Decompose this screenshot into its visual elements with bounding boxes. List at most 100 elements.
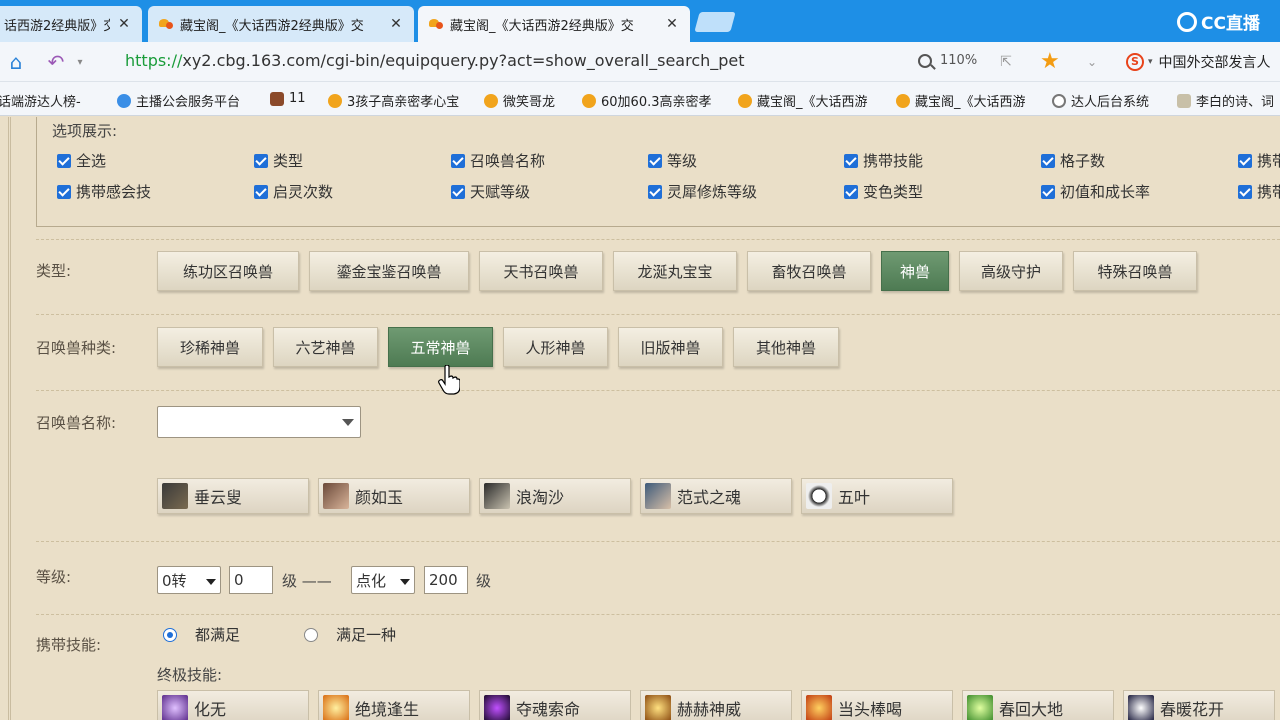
- bookmark-item[interactable]: 3孩子高亲密孝心宝: [328, 91, 459, 110]
- pet-name-select[interactable]: [157, 406, 361, 438]
- type-button-tianshu[interactable]: 天书召唤兽: [479, 251, 603, 291]
- checkbox-checked-icon: [254, 184, 268, 199]
- bookmark-label: 60加60.3高亲密孝: [601, 95, 712, 110]
- checkbox-label: 启灵次数: [273, 183, 334, 201]
- ultimate-skills-label: 终极技能:: [157, 666, 223, 684]
- chevron-down-icon[interactable]: ▾: [1148, 57, 1153, 67]
- pet-option-langtaosha[interactable]: 浪淘沙: [479, 478, 631, 514]
- pet-option-chuiyunsou[interactable]: 垂云叟: [157, 478, 309, 514]
- pet-option-yanruyu[interactable]: 颜如玉: [318, 478, 470, 514]
- browser-tab-2[interactable]: 藏宝阁_《大话西游2经典版》交 ✕: [148, 6, 414, 42]
- page-border: [8, 117, 11, 720]
- bookmark-item[interactable]: 11: [270, 91, 306, 106]
- option-checkbox-cultivation-level[interactable]: 灵犀修炼等级: [648, 181, 757, 202]
- bookmark-item[interactable]: 60加60.3高亲密孝: [582, 91, 722, 110]
- display-options-title: 选项展示:: [52, 122, 118, 140]
- option-checkbox-pet-name[interactable]: 召唤兽名称: [451, 150, 545, 171]
- pet-option-fanshizhihun[interactable]: 范式之魂: [640, 478, 792, 514]
- radio-label: 都满足: [195, 626, 241, 644]
- zoom-indicator[interactable]: 110%: [918, 53, 977, 68]
- pet-option-wuye[interactable]: 五叶: [801, 478, 953, 514]
- skill-option-duohunsuoming[interactable]: 夺魂索命: [479, 690, 631, 720]
- new-tab-button[interactable]: [694, 12, 736, 32]
- bookmark-item[interactable]: 话端游达人榜-: [0, 91, 81, 110]
- option-checkbox-color-type[interactable]: 变色类型: [844, 181, 923, 202]
- dropdown-arrow-icon: [342, 419, 354, 426]
- option-checkbox-carry-2[interactable]: 携带: [1238, 181, 1280, 202]
- level-to-rank-value: 点化: [356, 571, 387, 590]
- undo-icon[interactable]: ↶: [44, 50, 68, 74]
- bookmark-label: 藏宝阁_《大话西游: [757, 95, 868, 110]
- option-checkbox-type[interactable]: 类型: [254, 150, 303, 171]
- bookmark-item[interactable]: 李白的诗、词: [1177, 91, 1274, 110]
- chevron-down-icon[interactable]: ▾: [68, 50, 92, 74]
- browser-tab-1[interactable]: 话西游2经典版》交 ✕: [0, 6, 142, 42]
- browser-tab-3-active[interactable]: 藏宝阁_《大话西游2经典版》交 ✕: [418, 6, 690, 42]
- type-button-training[interactable]: 练功区召唤兽: [157, 251, 299, 291]
- option-checkbox-growth-rate[interactable]: 初值和成长率: [1041, 181, 1150, 202]
- close-icon[interactable]: ✕: [664, 16, 680, 32]
- close-icon[interactable]: ✕: [388, 16, 404, 32]
- option-checkbox-skills[interactable]: 携带技能: [844, 150, 923, 171]
- type-button-gilded[interactable]: 鎏金宝鉴召唤兽: [309, 251, 469, 291]
- skill-label: 化无: [194, 700, 227, 719]
- type-button-divine-beast[interactable]: 神兽: [881, 251, 949, 291]
- radio-selected-icon: [163, 627, 177, 642]
- kind-button-legacy[interactable]: 旧版神兽: [618, 327, 723, 367]
- option-checkbox-carry[interactable]: 携带: [1238, 150, 1280, 171]
- checkbox-label: 变色类型: [863, 183, 924, 201]
- checkbox-label: 格子数: [1060, 152, 1106, 170]
- url-field[interactable]: https://xy2.cbg.163.com/cgi-bin/equipque…: [125, 51, 745, 70]
- radio-unselected-icon: [304, 627, 318, 642]
- browser-search-box[interactable]: S ▾ 中国外交部发言人: [1126, 52, 1271, 72]
- skill-option-juejingfengsheng[interactable]: 绝境逢生: [318, 690, 470, 720]
- option-checkbox-talent-level[interactable]: 天赋等级: [451, 181, 530, 202]
- bookmark-item[interactable]: 达人后台系统: [1052, 91, 1149, 110]
- level-to-rank-select[interactable]: 点化: [351, 566, 415, 594]
- skill-option-dangtoubanghe[interactable]: 当头棒喝: [801, 690, 953, 720]
- home-icon[interactable]: ⌂: [4, 50, 28, 74]
- level-to-input[interactable]: 200: [424, 566, 468, 594]
- skill-option-huawu[interactable]: 化无: [157, 690, 309, 720]
- bookmark-item[interactable]: 主播公会服务平台: [117, 91, 240, 110]
- type-button-special[interactable]: 特殊召唤兽: [1073, 251, 1197, 291]
- radio-match-all[interactable]: 都满足: [163, 624, 240, 645]
- checkbox-checked-icon: [451, 184, 465, 199]
- pet-avatar-icon: [645, 483, 671, 509]
- skill-option-heheshenwei[interactable]: 赫赫神威: [640, 690, 792, 720]
- bookmark-item[interactable]: 微笑哥龙: [484, 91, 555, 110]
- type-button-guardian[interactable]: 高级守护: [959, 251, 1063, 291]
- option-checkbox-awaken-skill[interactable]: 携带感会技: [57, 181, 151, 202]
- radio-match-any[interactable]: 满足一种: [304, 624, 396, 645]
- option-checkbox-slots[interactable]: 格子数: [1041, 150, 1105, 171]
- tab-title: 藏宝阁_《大话西游2经典版》交: [180, 18, 364, 34]
- pet-option-label: 颜如玉: [355, 488, 404, 507]
- share-icon[interactable]: ⇱: [994, 50, 1018, 74]
- skill-icon: [1128, 695, 1154, 720]
- kind-button-six-arts[interactable]: 六艺神兽: [273, 327, 378, 367]
- option-checkbox-select-all[interactable]: 全选: [57, 150, 106, 171]
- kind-button-other[interactable]: 其他神兽: [733, 327, 839, 367]
- close-icon[interactable]: ✕: [116, 16, 132, 32]
- option-checkbox-spirit-count[interactable]: 启灵次数: [254, 181, 333, 202]
- level-from-rank-value: 0转: [162, 571, 187, 590]
- kind-button-rare[interactable]: 珍稀神兽: [157, 327, 263, 367]
- bookmark-item[interactable]: 藏宝阁_《大话西游: [896, 91, 1036, 110]
- kind-button-five-virtues[interactable]: 五常神兽: [388, 327, 493, 367]
- type-button-livestock[interactable]: 畜牧召唤兽: [747, 251, 871, 291]
- bookmark-label: 3孩子高亲密孝心宝: [347, 95, 460, 110]
- type-button-longxian[interactable]: 龙涎丸宝宝: [613, 251, 737, 291]
- guild-icon: [117, 93, 131, 108]
- skill-option-chunnuanhuakai[interactable]: 春暖花开: [1123, 690, 1275, 720]
- checkbox-checked-icon: [254, 153, 268, 168]
- checkbox-label: 携带: [1257, 183, 1280, 201]
- skill-option-chunhuidadi[interactable]: 春回大地: [962, 690, 1114, 720]
- level-from-rank-select[interactable]: 0转: [157, 566, 221, 594]
- chevron-down-icon[interactable]: ⌄: [1080, 50, 1104, 74]
- level-from-input[interactable]: 0: [229, 566, 273, 594]
- option-checkbox-level[interactable]: 等级: [648, 150, 697, 171]
- kind-button-humanoid[interactable]: 人形神兽: [503, 327, 608, 367]
- checkbox-checked-icon: [1238, 184, 1252, 199]
- favorite-star-icon[interactable]: ★: [1040, 49, 1060, 74]
- bookmark-item[interactable]: 藏宝阁_《大话西游: [738, 91, 878, 110]
